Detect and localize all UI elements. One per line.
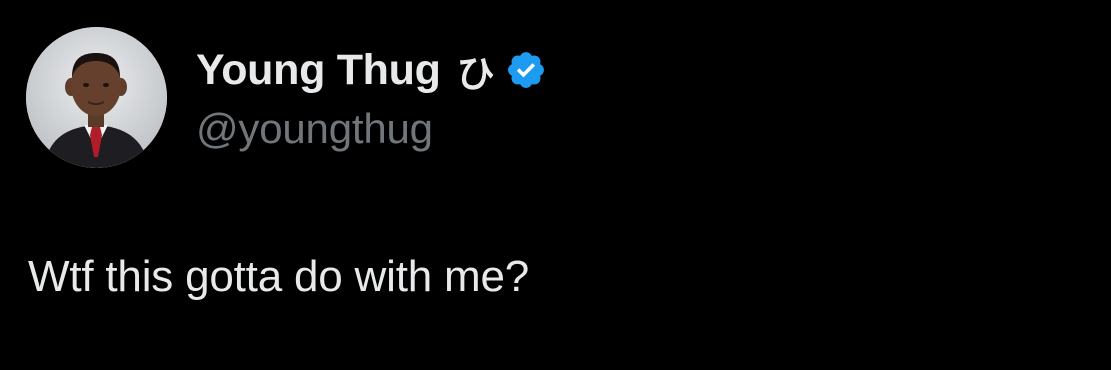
avatar[interactable]: [26, 27, 167, 168]
avatar-image: [26, 27, 167, 168]
verified-badge-icon: [505, 49, 547, 91]
author-handle[interactable]: @youngthug: [196, 105, 433, 153]
tweet-text: Wtf this gotta do with me?: [28, 252, 530, 301]
author-name-emoji: ひ: [456, 51, 495, 96]
tweet-card: Young Thug ひ @youngthug Wtf this gotta d…: [0, 0, 1111, 370]
author-display-name[interactable]: Young Thug: [196, 46, 441, 95]
author-name-row: Young Thug ひ: [196, 42, 547, 98]
